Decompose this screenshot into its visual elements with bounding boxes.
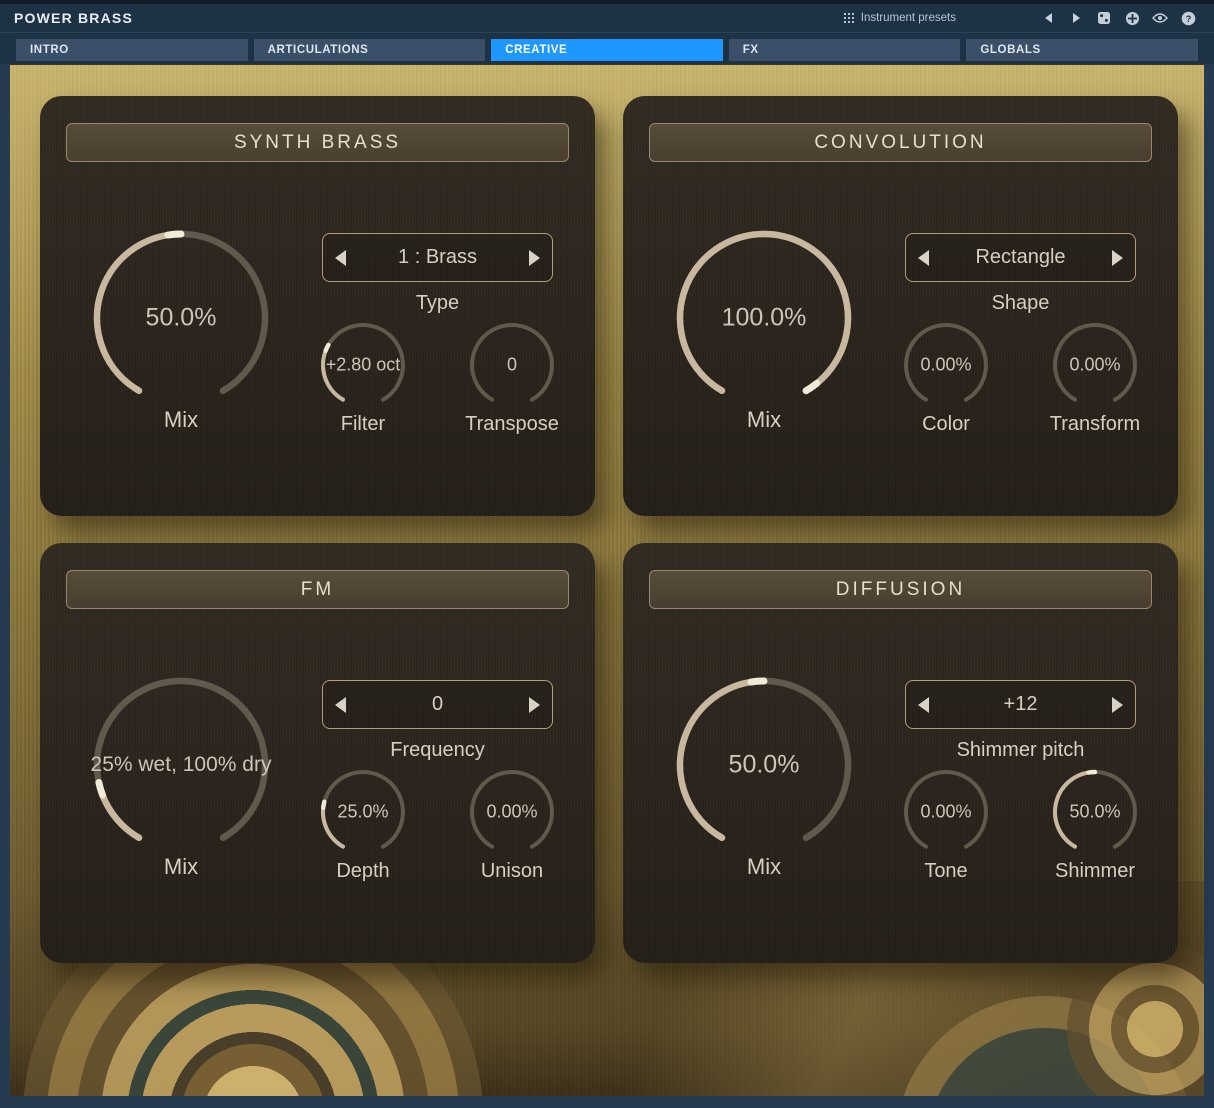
fm-header[interactable]: FM xyxy=(66,570,569,609)
plus-circle-icon xyxy=(1125,11,1140,26)
convolution-color-label: Color xyxy=(871,413,1021,436)
fm-unison-label: Unison xyxy=(437,860,587,883)
synth-brass-transpose-knob[interactable]: 0 xyxy=(464,317,560,413)
knob-value: 0 xyxy=(507,355,517,376)
svg-text:?: ? xyxy=(1185,14,1191,25)
left-arrow-icon xyxy=(918,250,929,266)
diffusion-tone-knob[interactable]: 0.00% xyxy=(898,764,994,860)
knob-value: 100.0% xyxy=(722,304,807,333)
knob-value: 0.00% xyxy=(1069,355,1120,376)
eye-icon xyxy=(1152,12,1168,24)
knob-value: 0.00% xyxy=(920,802,971,823)
dice-icon xyxy=(1097,11,1111,25)
convolution-mix-knob[interactable]: 100.0% xyxy=(669,223,859,413)
diffusion-mix-label: Mix xyxy=(669,854,859,880)
convolution-shape-label: Shape xyxy=(905,292,1136,315)
frequency-prev-button[interactable] xyxy=(335,691,353,719)
synth-brass-header[interactable]: SYNTH BRASS xyxy=(66,123,569,162)
left-arrow-icon xyxy=(918,697,929,713)
right-arrow-icon xyxy=(529,250,540,266)
synth-brass-filter-knob[interactable]: +2.80 oct xyxy=(315,317,411,413)
plugin-window: POWER BRASS Instrument presets xyxy=(0,0,1214,1108)
shape-next-button[interactable] xyxy=(1105,244,1123,272)
knob-value: 25.0% xyxy=(337,802,388,823)
tab-creative[interactable]: CREATIVE xyxy=(491,39,723,61)
left-arrow-icon xyxy=(335,250,346,266)
type-prev-button[interactable] xyxy=(335,244,353,272)
diffusion-shimmer-knob[interactable]: 50.0% xyxy=(1047,764,1143,860)
grid-icon xyxy=(844,13,855,24)
diffusion-mix-knob[interactable]: 50.0% xyxy=(669,670,859,860)
diffusion-panel: DIFFUSION 50.0% Mix +12 Shimmer pitch 0.… xyxy=(623,543,1178,963)
visibility-button[interactable] xyxy=(1148,8,1172,28)
left-arrow-icon xyxy=(335,697,346,713)
knob-value: 50.0% xyxy=(146,304,217,333)
tab-fx[interactable]: FX xyxy=(729,39,961,61)
fm-frequency-label: Frequency xyxy=(322,739,553,762)
fm-depth-label: Depth xyxy=(288,860,438,883)
fm-depth-knob[interactable]: 25.0% xyxy=(315,764,411,860)
convolution-shape-selector: Rectangle xyxy=(905,233,1136,282)
type-next-button[interactable] xyxy=(522,244,540,272)
tab-intro[interactable]: INTRO xyxy=(16,39,248,61)
right-arrow-icon xyxy=(1112,697,1123,713)
previous-preset-button[interactable] xyxy=(1036,8,1060,28)
convolution-transform-knob[interactable]: 0.00% xyxy=(1047,317,1143,413)
convolution-transform-label: Transform xyxy=(1020,413,1170,436)
diffusion-tone-label: Tone xyxy=(871,860,1021,883)
synth-brass-filter-label: Filter xyxy=(288,413,438,436)
synth-brass-transpose-label: Transpose xyxy=(437,413,587,436)
tab-articulations[interactable]: ARTICULATIONS xyxy=(254,39,486,61)
fm-frequency-selector: 0 xyxy=(322,680,553,729)
right-arrow-icon xyxy=(1112,250,1123,266)
knob-value: 50.0% xyxy=(729,751,800,780)
synth-brass-mix-knob[interactable]: 50.0% xyxy=(86,223,276,413)
diffusion-header[interactable]: DIFFUSION xyxy=(649,570,1152,609)
shimmer-pitch-prev-button[interactable] xyxy=(918,691,936,719)
shape-prev-button[interactable] xyxy=(918,244,936,272)
convolution-mix-label: Mix xyxy=(669,407,859,433)
right-arrow-icon xyxy=(529,697,540,713)
next-arrow-icon xyxy=(1073,13,1080,23)
synth-brass-type-label: Type xyxy=(322,292,553,315)
next-preset-button[interactable] xyxy=(1064,8,1088,28)
convolution-panel: CONVOLUTION 100.0% Mix Rectangle Shape 0… xyxy=(623,96,1178,516)
frequency-next-button[interactable] xyxy=(522,691,540,719)
title-bar: POWER BRASS Instrument presets xyxy=(0,4,1214,33)
instrument-presets-button[interactable]: Instrument presets xyxy=(844,12,956,24)
convolution-header[interactable]: CONVOLUTION xyxy=(649,123,1152,162)
diffusion-shimmer-pitch-selector: +12 xyxy=(905,680,1136,729)
tab-globals[interactable]: GLOBALS xyxy=(966,39,1198,61)
shape-value[interactable]: Rectangle xyxy=(936,246,1105,269)
shimmer-pitch-value[interactable]: +12 xyxy=(936,693,1105,716)
randomize-button[interactable] xyxy=(1092,8,1116,28)
fm-mix-label: Mix xyxy=(86,854,276,880)
knob-value: 0.00% xyxy=(920,355,971,376)
type-value[interactable]: 1 : Brass xyxy=(353,246,522,269)
help-icon: ? xyxy=(1181,11,1196,26)
convolution-color-knob[interactable]: 0.00% xyxy=(898,317,994,413)
synth-brass-mix-label: Mix xyxy=(86,407,276,433)
tab-bar: INTRO ARTICULATIONS CREATIVE FX GLOBALS xyxy=(0,33,1214,64)
fm-panel: FM 25% wet, 100% dry Mix 0 Frequency 25.… xyxy=(40,543,595,963)
target-button[interactable] xyxy=(1120,8,1144,28)
shimmer-pitch-next-button[interactable] xyxy=(1105,691,1123,719)
help-button[interactable]: ? xyxy=(1176,8,1200,28)
knob-value: +2.80 oct xyxy=(326,355,401,376)
frequency-value[interactable]: 0 xyxy=(353,693,522,716)
knob-value: 0.00% xyxy=(486,802,537,823)
fm-mix-knob[interactable]: 25% wet, 100% dry xyxy=(86,670,276,860)
synth-brass-type-selector: 1 : Brass xyxy=(322,233,553,282)
diffusion-shimmer-pitch-label: Shimmer pitch xyxy=(905,739,1136,762)
previous-arrow-icon xyxy=(1045,13,1052,23)
fm-unison-knob[interactable]: 0.00% xyxy=(464,764,560,860)
knob-value: 25% wet, 100% dry xyxy=(91,753,272,777)
synth-brass-panel: SYNTH BRASS 50.0% Mix 1 : Brass Type +2.… xyxy=(40,96,595,516)
plugin-title: POWER BRASS xyxy=(14,10,133,26)
instrument-presets-label: Instrument presets xyxy=(861,12,956,24)
knob-value: 50.0% xyxy=(1069,802,1120,823)
creative-page-background: SYNTH BRASS 50.0% Mix 1 : Brass Type +2.… xyxy=(10,64,1204,1096)
diffusion-shimmer-label: Shimmer xyxy=(1020,860,1170,883)
